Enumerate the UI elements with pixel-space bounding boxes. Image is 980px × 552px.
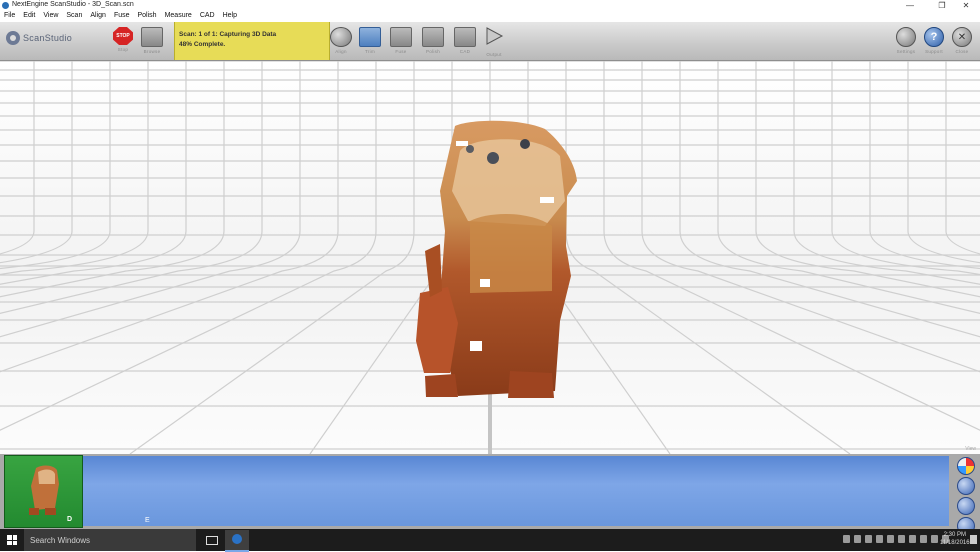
status-line-2: 48% Complete. — [179, 41, 226, 48]
scan-bin-panel: D E — [0, 454, 980, 535]
menu-view[interactable]: View — [39, 11, 62, 22]
tray-icon-1[interactable] — [843, 535, 850, 543]
align-button[interactable]: Align — [326, 27, 356, 54]
output-label: Output — [486, 52, 502, 57]
cad-icon — [454, 27, 476, 47]
scan-list-label: E — [145, 517, 150, 524]
tray-icon-2[interactable] — [854, 535, 861, 543]
view-corner-label: View — [965, 446, 976, 452]
menu-cad[interactable]: CAD — [196, 11, 219, 22]
close-label: Close — [955, 49, 969, 54]
settings-icon — [896, 27, 916, 47]
bin-button-3[interactable] — [957, 497, 975, 515]
cad-label: CAD — [459, 49, 471, 54]
window-title: NextEngine ScanStudio - 3D_Scan.scn — [12, 1, 134, 8]
windows-taskbar: Search Windows 2:30 PM 11/18/2016 — [0, 529, 980, 552]
logo-text: ScanStudio — [23, 33, 73, 43]
scanstudio-logo: ScanStudio — [6, 31, 72, 45]
task-view-icon[interactable] — [206, 536, 218, 545]
fuse-icon — [390, 27, 412, 47]
scissors-icon — [359, 27, 381, 47]
play-arrow-icon — [486, 27, 504, 45]
settings-label: Settings — [896, 49, 916, 54]
support-button[interactable]: ? Support — [919, 27, 949, 54]
close-x-icon: ✕ — [952, 27, 972, 47]
scan-thumbnail[interactable]: D — [4, 455, 83, 528]
stop-icon: STOP — [113, 27, 133, 45]
scan-list-area[interactable]: E — [83, 456, 949, 526]
stop-button[interactable]: STOP Stop — [108, 27, 138, 52]
support-label: Support — [925, 49, 943, 54]
align-label: Align — [335, 49, 347, 54]
scan-status-panel: Scan: 1 of 1: Capturing 3D Data 48% Comp… — [174, 22, 330, 60]
browse-label: Browse — [143, 49, 161, 54]
title-bar: NextEngine ScanStudio - 3D_Scan.scn — ❐ … — [0, 0, 980, 11]
menu-bar: File Edit View Scan Align Fuse Polish Me… — [0, 11, 980, 22]
bin-side-buttons — [955, 456, 977, 537]
close-window-button[interactable]: ✕ — [952, 0, 980, 11]
thumbnail-label: D — [66, 516, 72, 523]
status-line-1: Scan: 1 of 1: Capturing 3D Data — [179, 31, 277, 38]
tray-icon-8[interactable] — [920, 535, 927, 543]
tray-icon-6[interactable] — [898, 535, 905, 543]
settings-button[interactable]: Settings — [891, 27, 921, 54]
windows-start-icon[interactable] — [7, 535, 17, 545]
gear-logo-icon — [6, 31, 20, 45]
menu-measure[interactable]: Measure — [161, 11, 196, 22]
3d-viewport[interactable]: View — [0, 61, 980, 454]
help-question-icon: ? — [924, 27, 944, 47]
polish-button[interactable]: Polish — [418, 27, 448, 54]
polish-label: Polish — [425, 49, 441, 54]
trim-button[interactable]: Trim — [355, 27, 385, 54]
scanstudio-app-icon — [232, 534, 242, 544]
tray-icon-3[interactable] — [865, 535, 872, 543]
menu-fuse[interactable]: Fuse — [110, 11, 134, 22]
menu-polish[interactable]: Polish — [134, 11, 161, 22]
fuse-button[interactable]: Fuse — [386, 27, 416, 54]
notification-icon[interactable] — [970, 535, 977, 544]
tray-icon-5[interactable] — [887, 535, 894, 543]
menu-edit[interactable]: Edit — [19, 11, 39, 22]
close-app-button[interactable]: ✕ Close — [947, 27, 977, 54]
stop-label: Stop — [117, 47, 129, 52]
polish-icon — [422, 27, 444, 47]
color-wheel-button[interactable] — [957, 457, 975, 475]
app-icon — [2, 2, 9, 9]
taskbar-search-box[interactable]: Search Windows — [24, 529, 196, 551]
clock-time: 2:30 PM — [943, 532, 966, 538]
browse-icon — [141, 27, 163, 47]
system-tray — [843, 535, 949, 543]
trim-label: Trim — [364, 49, 376, 54]
menu-help[interactable]: Help — [219, 11, 241, 22]
menu-align[interactable]: Align — [86, 11, 110, 22]
clock-date: 11/18/2016 — [940, 540, 970, 546]
menu-scan[interactable]: Scan — [62, 11, 86, 22]
main-toolbar: ScanStudio STOP Stop Browse Scan: 1 of 1… — [0, 22, 980, 61]
taskbar-scanstudio-app[interactable] — [225, 530, 249, 552]
output-button[interactable]: Output — [479, 27, 509, 57]
tray-icon-7[interactable] — [909, 535, 916, 543]
browse-button[interactable]: Browse — [137, 27, 167, 54]
align-icon — [330, 27, 352, 47]
taskbar-clock[interactable]: 2:30 PM 11/18/2016 — [940, 531, 970, 547]
menu-file[interactable]: File — [0, 11, 19, 22]
tray-icon-4[interactable] — [876, 535, 883, 543]
tray-icon-9[interactable] — [931, 535, 938, 543]
minimize-button[interactable]: — — [896, 0, 924, 11]
fuse-label: Fuse — [395, 49, 407, 54]
cad-button[interactable]: CAD — [450, 27, 480, 54]
bin-button-2[interactable] — [957, 477, 975, 495]
search-placeholder: Search Windows — [30, 536, 91, 545]
grid-stage-background — [0, 61, 980, 454]
